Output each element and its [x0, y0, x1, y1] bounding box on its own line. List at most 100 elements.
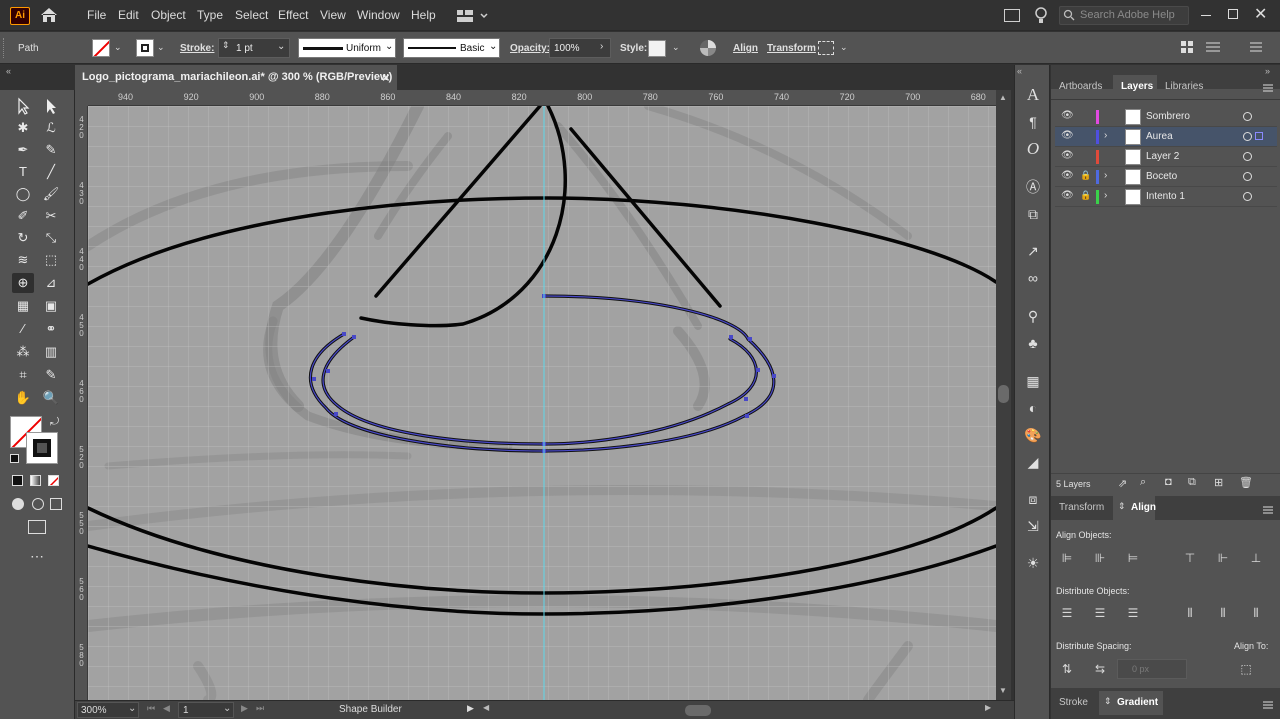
ellipse-tool-icon[interactable]: ◯: [12, 184, 34, 204]
lock-icon[interactable]: 🔒: [1080, 190, 1091, 201]
target-icon[interactable]: [1243, 192, 1252, 201]
home-icon[interactable]: [40, 7, 58, 23]
layer-name[interactable]: Layer 2: [1146, 151, 1179, 162]
opacity-label[interactable]: Opacity:: [510, 43, 550, 54]
vertical-distribute-space-icon[interactable]: ⇅: [1058, 661, 1076, 677]
blend-tool-icon[interactable]: ⚭: [40, 319, 62, 339]
horizontal-distribute-center-icon[interactable]: ⫴: [1214, 605, 1232, 621]
fill-dropdown-icon[interactable]: ⌄: [114, 42, 122, 53]
arrange-documents-icon[interactable]: [1004, 9, 1020, 22]
transform-options-icon[interactable]: [818, 41, 834, 55]
mesh-tool-icon[interactable]: ▦: [12, 296, 34, 316]
opentype-panel-icon[interactable]: O: [1023, 139, 1043, 159]
screen-mode-icon[interactable]: [28, 520, 46, 534]
collapse-panels-icon[interactable]: «: [1017, 66, 1022, 76]
direct-selection-tool-icon[interactable]: [40, 96, 62, 116]
chevron-right-icon[interactable]: ›: [600, 41, 603, 52]
layer-row-layer-2[interactable]: 👁 Layer 2: [1055, 147, 1277, 167]
gradient-tool-icon[interactable]: ▣: [40, 296, 62, 316]
tab-libraries[interactable]: Libraries: [1157, 75, 1217, 99]
minimize-button[interactable]: [1201, 15, 1211, 16]
links-panel-icon[interactable]: ∞: [1023, 268, 1043, 288]
layer-row-intento-1[interactable]: 👁 🔒 › Intento 1: [1055, 187, 1277, 207]
horizontal-distribute-left-icon[interactable]: ⫴: [1181, 605, 1199, 621]
asset-export-icon[interactable]: ⇲: [1023, 516, 1043, 536]
stroke-dropdown-icon[interactable]: ⌄: [157, 42, 165, 53]
transform-link[interactable]: Transform: [767, 43, 816, 54]
artboard-tool-icon[interactable]: ⌗: [12, 365, 34, 385]
expand-arrow-icon[interactable]: ›: [1104, 170, 1107, 181]
horizontal-distribute-right-icon[interactable]: ⫴: [1247, 605, 1265, 621]
layers-panel-menu-icon[interactable]: [1263, 83, 1273, 92]
tab-artboards[interactable]: Artboards: [1051, 75, 1113, 99]
recolor-artwork-icon[interactable]: [700, 40, 716, 56]
draw-inside-icon[interactable]: [50, 498, 62, 510]
eye-icon[interactable]: 👁: [1061, 110, 1074, 121]
horizontal-distribute-space-icon[interactable]: ⇆: [1091, 661, 1109, 677]
create-new-layer-icon[interactable]: ⊞: [1214, 476, 1223, 489]
menu-view[interactable]: View: [320, 8, 346, 22]
menu-select[interactable]: Select: [235, 8, 268, 22]
scissors-tool-icon[interactable]: ✂: [40, 206, 62, 226]
shape-builder-tool-icon[interactable]: ⊕: [12, 273, 34, 293]
layer-name[interactable]: Sombrero: [1146, 111, 1190, 122]
artboard-number-field[interactable]: 1 ⌄: [178, 702, 234, 718]
symbol-sprayer-tool-icon[interactable]: ⁂: [12, 342, 34, 362]
curvature-tool-icon[interactable]: ✎: [40, 140, 62, 160]
color-guide-icon[interactable]: ◢: [1023, 452, 1043, 472]
align-to-selection-icon[interactable]: ⬚: [1237, 661, 1255, 677]
horizontal-align-left-icon[interactable]: ⊫: [1058, 550, 1076, 566]
default-fill-stroke-icon[interactable]: [10, 454, 19, 463]
character-styles-icon[interactable]: Ⓐ: [1023, 177, 1043, 197]
menu-object[interactable]: Object: [151, 8, 186, 22]
menu-file[interactable]: File: [87, 8, 106, 22]
vertical-distribute-top-icon[interactable]: ☰: [1058, 605, 1076, 621]
align-tab-stepper-icon[interactable]: ⇕: [1118, 501, 1126, 512]
chevron-down-icon[interactable]: ⌄: [128, 703, 136, 714]
transparency-panel-icon[interactable]: ◐: [1023, 398, 1043, 418]
character-panel-icon[interactable]: A: [1023, 85, 1043, 105]
ruler-origin[interactable]: [75, 90, 88, 106]
brush-definition[interactable]: Basic ⌄: [403, 38, 500, 58]
collect-for-export-icon[interactable]: ⇗: [1118, 477, 1127, 490]
draw-normal-icon[interactable]: [12, 498, 24, 510]
delete-layer-icon[interactable]: 🗑: [1239, 476, 1253, 489]
lock-icon[interactable]: 🔒: [1080, 170, 1091, 181]
selection-indicator-icon[interactable]: [1255, 132, 1263, 140]
last-artboard-icon[interactable]: ⏭: [256, 703, 264, 714]
tab-stroke[interactable]: Stroke: [1051, 691, 1099, 715]
menu-type[interactable]: Type: [197, 8, 223, 22]
warp-tool-icon[interactable]: ≋: [12, 250, 34, 270]
vertical-scrollbar[interactable]: ▲ ▼: [996, 90, 1011, 700]
appearance-panel-icon[interactable]: ☀: [1023, 553, 1043, 573]
eye-icon[interactable]: 👁: [1061, 150, 1074, 161]
horizontal-ruler[interactable]: 940 920 900 880 860 840 820 800 780 760 740 720 700 6…: [88, 90, 996, 106]
align-link[interactable]: Align: [733, 43, 758, 54]
previous-artboard-icon[interactable]: ◀: [163, 703, 170, 714]
vertical-align-bottom-icon[interactable]: ⊥: [1247, 550, 1265, 566]
lasso-tool-icon[interactable]: ℒ: [40, 118, 62, 138]
make-clipping-mask-icon[interactable]: ◘: [1165, 476, 1172, 488]
scroll-thumb[interactable]: [998, 385, 1009, 403]
artwork[interactable]: [88, 106, 996, 700]
swatches-panel-icon[interactable]: ▦: [1023, 371, 1043, 391]
create-sublayer-icon[interactable]: ⧉: [1188, 476, 1196, 489]
scroll-down-icon[interactable]: ▼: [999, 686, 1007, 695]
gradient-tab-stepper-icon[interactable]: ⇕: [1104, 696, 1112, 707]
selection-tool-icon[interactable]: [12, 96, 34, 116]
chevron-down-icon[interactable]: ⌄: [223, 703, 231, 714]
vertical-ruler[interactable]: 420 430 440 450 460 520 550 560 580: [75, 106, 88, 700]
menu-effect[interactable]: Effect: [278, 8, 308, 22]
edit-toolbar-icon[interactable]: ⋯: [30, 548, 44, 565]
paragraph-panel-icon[interactable]: ¶: [1023, 112, 1043, 132]
maximize-button[interactable]: [1228, 9, 1238, 19]
brushes-panel-icon[interactable]: ⚲: [1023, 306, 1043, 326]
color-panel-icon[interactable]: 🎨: [1023, 425, 1043, 445]
slice-tool-icon[interactable]: ✎: [40, 365, 62, 385]
hand-tool-icon[interactable]: ✋: [12, 388, 34, 408]
chevron-down-icon[interactable]: ⌄: [489, 41, 497, 52]
spacing-value-field[interactable]: 0 px: [1117, 659, 1187, 679]
panel-menu-icon[interactable]: [1250, 41, 1262, 53]
perspective-grid-tool-icon[interactable]: ⊿: [40, 273, 62, 293]
vertical-align-top-icon[interactable]: ⊤: [1181, 550, 1199, 566]
